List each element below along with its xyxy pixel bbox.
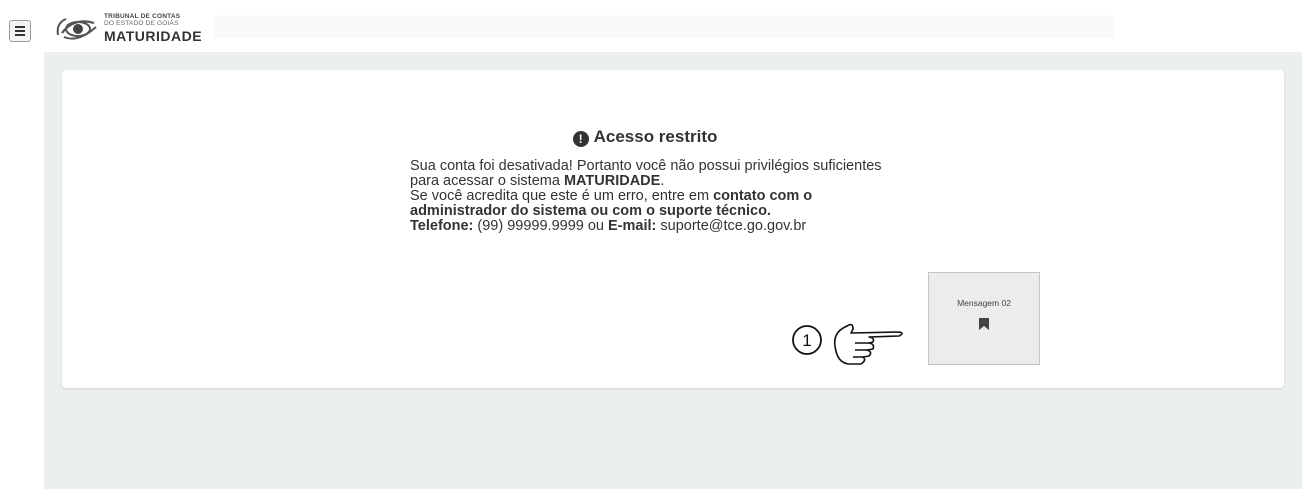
email-value: suporte@tce.go.gov.br — [656, 218, 807, 234]
logo-line-2: DO ESTADO DE GOIÁS — [104, 20, 179, 27]
alert-content: ! Acesso restrito Sua conta foi desativad… — [410, 127, 890, 234]
pointing-hand-icon: 1 — [792, 323, 903, 365]
email-label: E-mail: — [608, 218, 657, 234]
alert-card: ! Acesso restrito Sua conta foi desativad… — [62, 70, 1284, 388]
exclamation-circle-icon: ! — [572, 131, 589, 147]
system-name: MATURIDADE — [563, 173, 661, 189]
deactivated-message: Sua conta foi desativada! Portanto você … — [410, 159, 890, 189]
logo-app-name: MATURIDADE — [104, 28, 203, 44]
contact-info: Telefone: (99) 99999.9999 ou E-mail: sup… — [410, 219, 890, 234]
message-text-3: Se você acredita que este é um erro, ent… — [410, 188, 714, 204]
phone-value: (99) 99999.9999 ou — [473, 218, 609, 234]
alert-message: Sua conta foi desativada! Portanto você … — [410, 159, 890, 234]
message-label: Mensagem 02 — [957, 298, 1011, 308]
message-text-2: . — [660, 173, 665, 189]
phone-label: Telefone: — [410, 218, 474, 234]
eye-logo-icon — [56, 18, 97, 40]
alert-title-row: ! Acesso restrito — [400, 127, 890, 147]
top-bar: TRIBUNAL DE CONTAS DO ESTADO DE GOIÁS MA… — [0, 0, 1302, 52]
main-area: ! Acesso restrito Sua conta foi desativad… — [44, 52, 1302, 489]
annotation-number: 1 — [802, 331, 811, 350]
menu-toggle-button[interactable] — [9, 20, 31, 42]
bookmark-icon — [979, 318, 989, 330]
app-logo[interactable]: TRIBUNAL DE CONTAS DO ESTADO DE GOIÁS MA… — [54, 10, 214, 46]
alert-title: Acesso restrito — [593, 127, 718, 146]
message-button[interactable]: Mensagem 02 — [928, 272, 1040, 365]
contact-message: Se você acredita que este é um erro, ent… — [410, 189, 890, 219]
logo-line-1: TRIBUNAL DE CONTAS — [104, 13, 181, 20]
top-bar-area — [214, 15, 1114, 38]
